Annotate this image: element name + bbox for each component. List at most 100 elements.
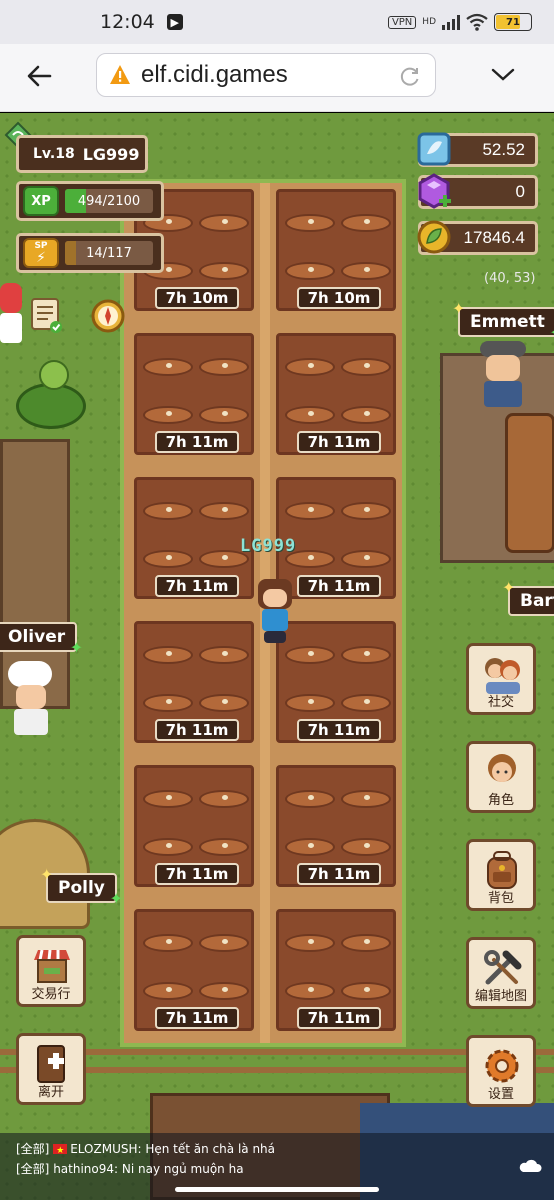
player-name: LG999 xyxy=(82,144,140,164)
leave-button[interactable]: 离开 xyxy=(16,1033,86,1105)
planted-seed xyxy=(143,502,193,520)
character-icon xyxy=(488,754,516,782)
growth-timer: 7h 11m xyxy=(297,719,381,741)
planted-seed xyxy=(341,262,391,280)
farm-plot[interactable]: 7h 11m xyxy=(134,765,254,887)
quest-scroll-icon[interactable] xyxy=(26,295,66,335)
farm-plot[interactable]: 7h 11m xyxy=(276,333,396,455)
url-text: elf.cidi.games xyxy=(141,61,288,88)
player-character[interactable] xyxy=(250,579,300,645)
npc-nametag-polly[interactable]: ✦ Polly ✦ xyxy=(40,865,123,908)
signal-icon xyxy=(442,14,460,30)
market-button[interactable]: 交易行 xyxy=(16,935,86,1007)
npc-emmett[interactable] xyxy=(474,341,534,413)
planted-seed xyxy=(285,646,335,664)
planted-seed xyxy=(285,262,335,280)
farm-plot[interactable]: 7h 11m xyxy=(276,909,396,1031)
gem-icon xyxy=(417,132,451,166)
coin-value: 17846.4 xyxy=(463,228,525,247)
gem-value: 52.52 xyxy=(482,140,525,159)
planted-seed xyxy=(143,694,193,712)
npc-nametag-bart[interactable]: ✦ Bart xyxy=(502,578,554,616)
farm-plot[interactable]: 7h 10m xyxy=(276,189,396,311)
cloud-icon[interactable] xyxy=(518,1157,542,1173)
backpack-icon xyxy=(487,851,517,889)
planted-seed xyxy=(341,790,391,808)
social-button[interactable]: 社交 xyxy=(466,643,536,715)
market-stall-icon xyxy=(34,949,70,983)
status-bar: 12:04 ▶ VPN HD 71 xyxy=(0,0,554,44)
growth-timer: 7h 11m xyxy=(297,575,381,597)
planted-seed xyxy=(143,406,193,424)
coin-counter[interactable]: 17846.4 xyxy=(417,220,538,255)
edit-map-button[interactable]: 编辑地图 xyxy=(466,937,536,1009)
reload-icon[interactable] xyxy=(399,65,421,87)
planted-seed xyxy=(341,358,391,376)
level-label: Lv.18 xyxy=(33,146,75,162)
sp-lightning-icon: SP ⚡ xyxy=(23,238,59,268)
chat-message: [全部] hathino94: Ni nay ngủ muộn ha xyxy=(16,1162,244,1176)
gem-counter[interactable]: 52.52 xyxy=(417,132,538,167)
battery-icon: 71 xyxy=(494,13,532,31)
compass-icon[interactable] xyxy=(88,295,128,335)
player-name-label: LG999 xyxy=(240,536,297,556)
planted-seed xyxy=(341,214,391,232)
coin-leaf-icon xyxy=(417,220,451,254)
planted-seed xyxy=(341,982,391,1000)
crystal-counter[interactable]: 0 xyxy=(415,172,538,210)
sp-bar: SP ⚡ 14/117 xyxy=(16,233,164,273)
sparkle-icon: ✦ xyxy=(40,865,54,884)
farm-plot[interactable]: 7h 11m xyxy=(134,333,254,455)
farm-plot[interactable]: 7h 11m xyxy=(276,765,396,887)
growth-timer: 7h 11m xyxy=(297,431,381,453)
planted-seed xyxy=(341,694,391,712)
sparkle-icon: ✦ xyxy=(109,889,123,908)
flag-icon xyxy=(53,1141,68,1161)
planted-seed xyxy=(341,838,391,856)
wifi-icon xyxy=(466,13,488,31)
character-button[interactable]: 角色 xyxy=(466,741,536,813)
planted-seed xyxy=(143,934,193,952)
planted-seed xyxy=(285,502,335,520)
xp-icon: XP xyxy=(23,186,59,216)
planted-seed xyxy=(341,934,391,952)
xp-bar: XP 494/2100 xyxy=(16,181,164,221)
planted-seed xyxy=(285,358,335,376)
npc-nametag-oliver[interactable]: Oliver ✦ xyxy=(0,622,83,657)
sparkle-icon: ✦ xyxy=(69,638,84,657)
planted-seed xyxy=(199,502,249,520)
clock: 12:04 xyxy=(100,11,155,33)
planted-seed xyxy=(199,934,249,952)
growth-timer: 7h 10m xyxy=(297,287,381,309)
farm-plot[interactable]: 7h 11m xyxy=(134,477,254,599)
address-bar[interactable]: elf.cidi.games xyxy=(96,53,436,97)
network-type: HD xyxy=(422,16,436,27)
back-arrow-icon[interactable] xyxy=(24,60,56,92)
planted-seed xyxy=(143,646,193,664)
npc-left-top[interactable] xyxy=(0,283,24,353)
game-canvas[interactable]: 7h 10m 7h 10m 7h 11m 7h 11m 7h 11m 7h 11m 7h 1… xyxy=(0,113,554,1200)
backpack-button[interactable]: 背包 xyxy=(466,839,536,911)
crystal-plus-icon[interactable] xyxy=(415,172,453,210)
growth-timer: 7h 11m xyxy=(155,863,239,885)
planted-seed xyxy=(199,790,249,808)
planted-seed xyxy=(199,358,249,376)
planted-seed xyxy=(199,406,249,424)
farm-plot[interactable]: 7h 11m xyxy=(134,909,254,1031)
planted-seed xyxy=(143,358,193,376)
sparkle-icon: ✦ xyxy=(549,323,554,342)
level-panel[interactable]: Lv.18 LG999 xyxy=(16,135,148,173)
npc-chef[interactable] xyxy=(4,661,60,741)
farm-plot[interactable]: 7h 11m xyxy=(134,621,254,743)
settings-button[interactable]: 设置 xyxy=(466,1035,536,1107)
home-indicator[interactable] xyxy=(175,1187,379,1192)
social-people-icon xyxy=(485,658,520,694)
planted-seed xyxy=(285,982,335,1000)
npc-nametag-emmett[interactable]: ✦ Emmett ✦ xyxy=(452,299,554,342)
xp-value: 494/2100 xyxy=(77,193,141,209)
planted-seed xyxy=(199,646,249,664)
notification-icon: ▶ xyxy=(166,14,183,30)
growth-timer: 7h 10m xyxy=(155,287,239,309)
chevron-down-icon[interactable] xyxy=(490,64,516,84)
planted-seed xyxy=(143,550,193,568)
